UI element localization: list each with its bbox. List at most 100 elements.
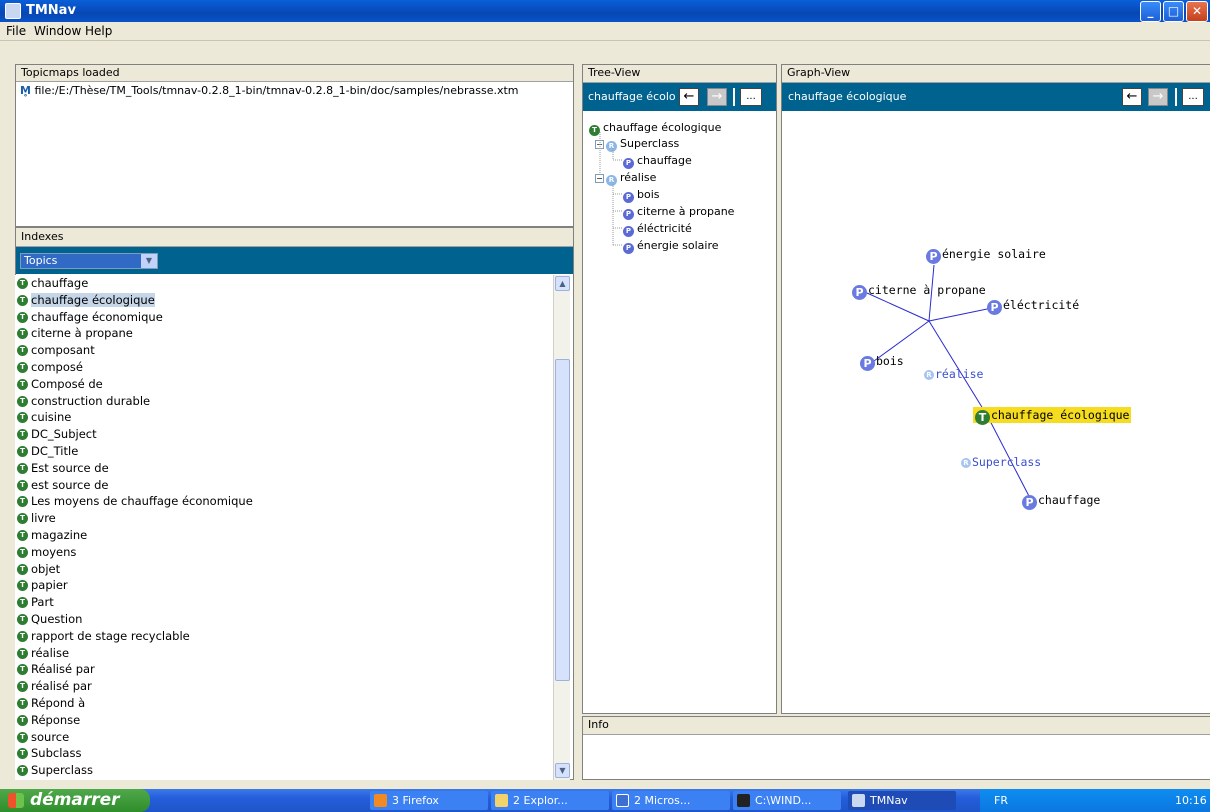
index-item[interactable]: Tcuisine — [15, 409, 553, 426]
index-item-label: DC_Subject — [31, 427, 97, 442]
topic-icon: T — [17, 294, 28, 306]
task-explorer[interactable]: 2 Explor... — [491, 791, 609, 810]
index-item[interactable]: Tobjet — [15, 561, 553, 578]
task-label: TMNav — [870, 794, 908, 807]
index-item[interactable]: Trapport de stage recyclable — [15, 628, 553, 645]
index-item[interactable]: T Réponse — [15, 712, 553, 729]
topic-icon: T — [17, 378, 28, 390]
graph-node-bois[interactable]: Pbois — [860, 354, 904, 371]
topic-icon: T — [17, 328, 28, 340]
index-scroll-thumb[interactable] — [555, 359, 570, 681]
graph-node-superclass[interactable]: R Superclass — [961, 455, 1041, 469]
task-label: 3 Firefox — [392, 794, 439, 807]
scroll-down-icon[interactable]: ▼ — [555, 763, 570, 778]
title-bar: TMNav _ □ ✕ — [0, 0, 1210, 22]
index-item-label: DC_Title — [31, 443, 79, 458]
index-item[interactable]: Tsource — [15, 729, 553, 746]
topic-icon: T — [17, 278, 28, 289]
index-item[interactable]: T Question — [15, 611, 553, 628]
graph-node-energie-solaire[interactable]: Pénergie solaire — [926, 247, 1046, 264]
language-indicator[interactable]: FR — [994, 789, 1008, 812]
index-item[interactable]: Tchauffage — [15, 275, 553, 292]
topic-icon: T — [17, 345, 28, 357]
task-firefox[interactable]: 3 Firefox — [370, 791, 488, 810]
clock: 10:16 — [1175, 794, 1207, 807]
graph-node-center[interactable]: Tchauffage écologique — [973, 407, 1132, 425]
index-item[interactable]: Tcomposant — [15, 342, 553, 359]
graph-node-label: chauffage écologique — [991, 408, 1130, 422]
topic-icon: T — [17, 546, 28, 558]
graph-node-electricite[interactable]: Péléctricité — [987, 298, 1079, 315]
menu-window[interactable]: Window — [34, 24, 81, 38]
center-node-highlight: Tchauffage écologique — [973, 407, 1132, 425]
index-item[interactable]: T Superclass — [15, 762, 553, 779]
index-item[interactable]: Tréalisé par — [15, 678, 553, 695]
index-item[interactable]: Tchauffage écologique — [15, 292, 553, 309]
index-item[interactable]: T Répond à — [15, 695, 553, 712]
index-item-label: Part — [31, 595, 54, 610]
task-label: 2 Micros... — [634, 794, 691, 807]
index-item-label: papier — [31, 578, 68, 593]
index-item-label: construction durable — [31, 393, 151, 408]
topic-icon: T — [17, 311, 28, 323]
minimize-button[interactable]: _ — [1140, 1, 1161, 22]
index-type-value: Topics — [24, 254, 58, 267]
index-item-label: composé — [31, 359, 83, 374]
index-item[interactable]: Tmagazine — [15, 527, 553, 544]
graph-view-panel: Graph-View chauffage écologique ← → ... … — [781, 64, 1210, 714]
chevron-down-icon[interactable]: ▼ — [141, 254, 157, 268]
index-item[interactable]: T Composé de — [15, 376, 553, 393]
index-item[interactable]: Tcomposé — [15, 359, 553, 376]
topic-icon: T — [17, 731, 28, 743]
task-tmnav[interactable]: TMNav — [848, 791, 956, 810]
occurrence-icon: P — [852, 285, 867, 300]
index-item-label: magazine — [31, 527, 88, 542]
index-item-label: composant — [31, 343, 95, 358]
scroll-up-icon[interactable]: ▲ — [555, 276, 570, 291]
index-item[interactable]: T Les moyens de chauffage économique — [15, 493, 553, 510]
index-item[interactable]: Tchauffage économique — [15, 309, 553, 326]
index-item[interactable]: Tconstruction durable — [15, 393, 553, 410]
index-item-label: chauffage économique — [31, 309, 163, 324]
maximize-button[interactable]: □ — [1163, 1, 1184, 22]
index-item[interactable]: T Part — [15, 594, 553, 611]
topicmap-file-item[interactable]: M̥ file:/E:/Thèse/TM_Tools/tmnav-0.2.8_1… — [20, 84, 519, 97]
index-item-label: Réalisé par — [31, 662, 95, 677]
index-item[interactable]: Tmoyens — [15, 544, 553, 561]
graph-node-chauffage[interactable]: Pchauffage — [1022, 493, 1100, 510]
topic-icon: T — [17, 765, 28, 777]
index-item[interactable]: T DC_Title — [15, 443, 553, 460]
graph-node-realise[interactable]: Rréalise — [924, 367, 983, 381]
topicmaps-header: Topicmaps loaded — [16, 65, 573, 82]
index-item[interactable]: Tpapier — [15, 577, 553, 594]
index-item-label: rapport de stage recyclable — [31, 628, 190, 643]
index-item[interactable]: T Est source de — [15, 460, 553, 477]
menu-help[interactable]: Help — [85, 24, 112, 38]
topic-icon: T — [17, 445, 28, 457]
tmnav-icon — [852, 794, 865, 807]
role-icon: R — [924, 370, 934, 380]
topicmap-file-path: file:/E:/Thèse/TM_Tools/tmnav-0.2.8_1-bi… — [34, 84, 519, 97]
start-button[interactable]: démarrer — [0, 789, 150, 812]
index-scrollbar[interactable]: ▲ ▼ — [553, 275, 570, 780]
tree-connectors — [599, 132, 623, 246]
index-item[interactable]: Test source de — [15, 477, 553, 494]
index-item[interactable]: T Réalisé par — [15, 661, 553, 678]
firefox-icon — [374, 794, 387, 807]
task-cmd[interactable]: C:\WIND... — [733, 791, 841, 810]
index-item[interactable]: Tlivre — [15, 510, 553, 527]
index-item[interactable]: Tciterne à propane — [15, 325, 553, 342]
task-label: C:\WIND... — [755, 794, 812, 807]
index-item[interactable]: T Subclass — [15, 745, 553, 762]
menu-file[interactable]: File — [6, 24, 26, 38]
index-item-label: cuisine — [31, 410, 72, 425]
tree-view-panel: Tree-View chauffage écolo ← → ... Tchauf… — [582, 64, 777, 714]
close-button[interactable]: ✕ — [1186, 1, 1208, 22]
index-item[interactable]: Tréalise — [15, 645, 553, 662]
role-icon: R — [961, 458, 971, 468]
graph-node-label: énergie solaire — [942, 247, 1046, 261]
index-item[interactable]: T DC_Subject — [15, 426, 553, 443]
graph-node-citerne[interactable]: Pciterne à propane — [852, 283, 986, 300]
task-word[interactable]: 2 Micros... — [612, 791, 730, 810]
index-type-select[interactable]: Topics ▼ — [20, 253, 158, 269]
